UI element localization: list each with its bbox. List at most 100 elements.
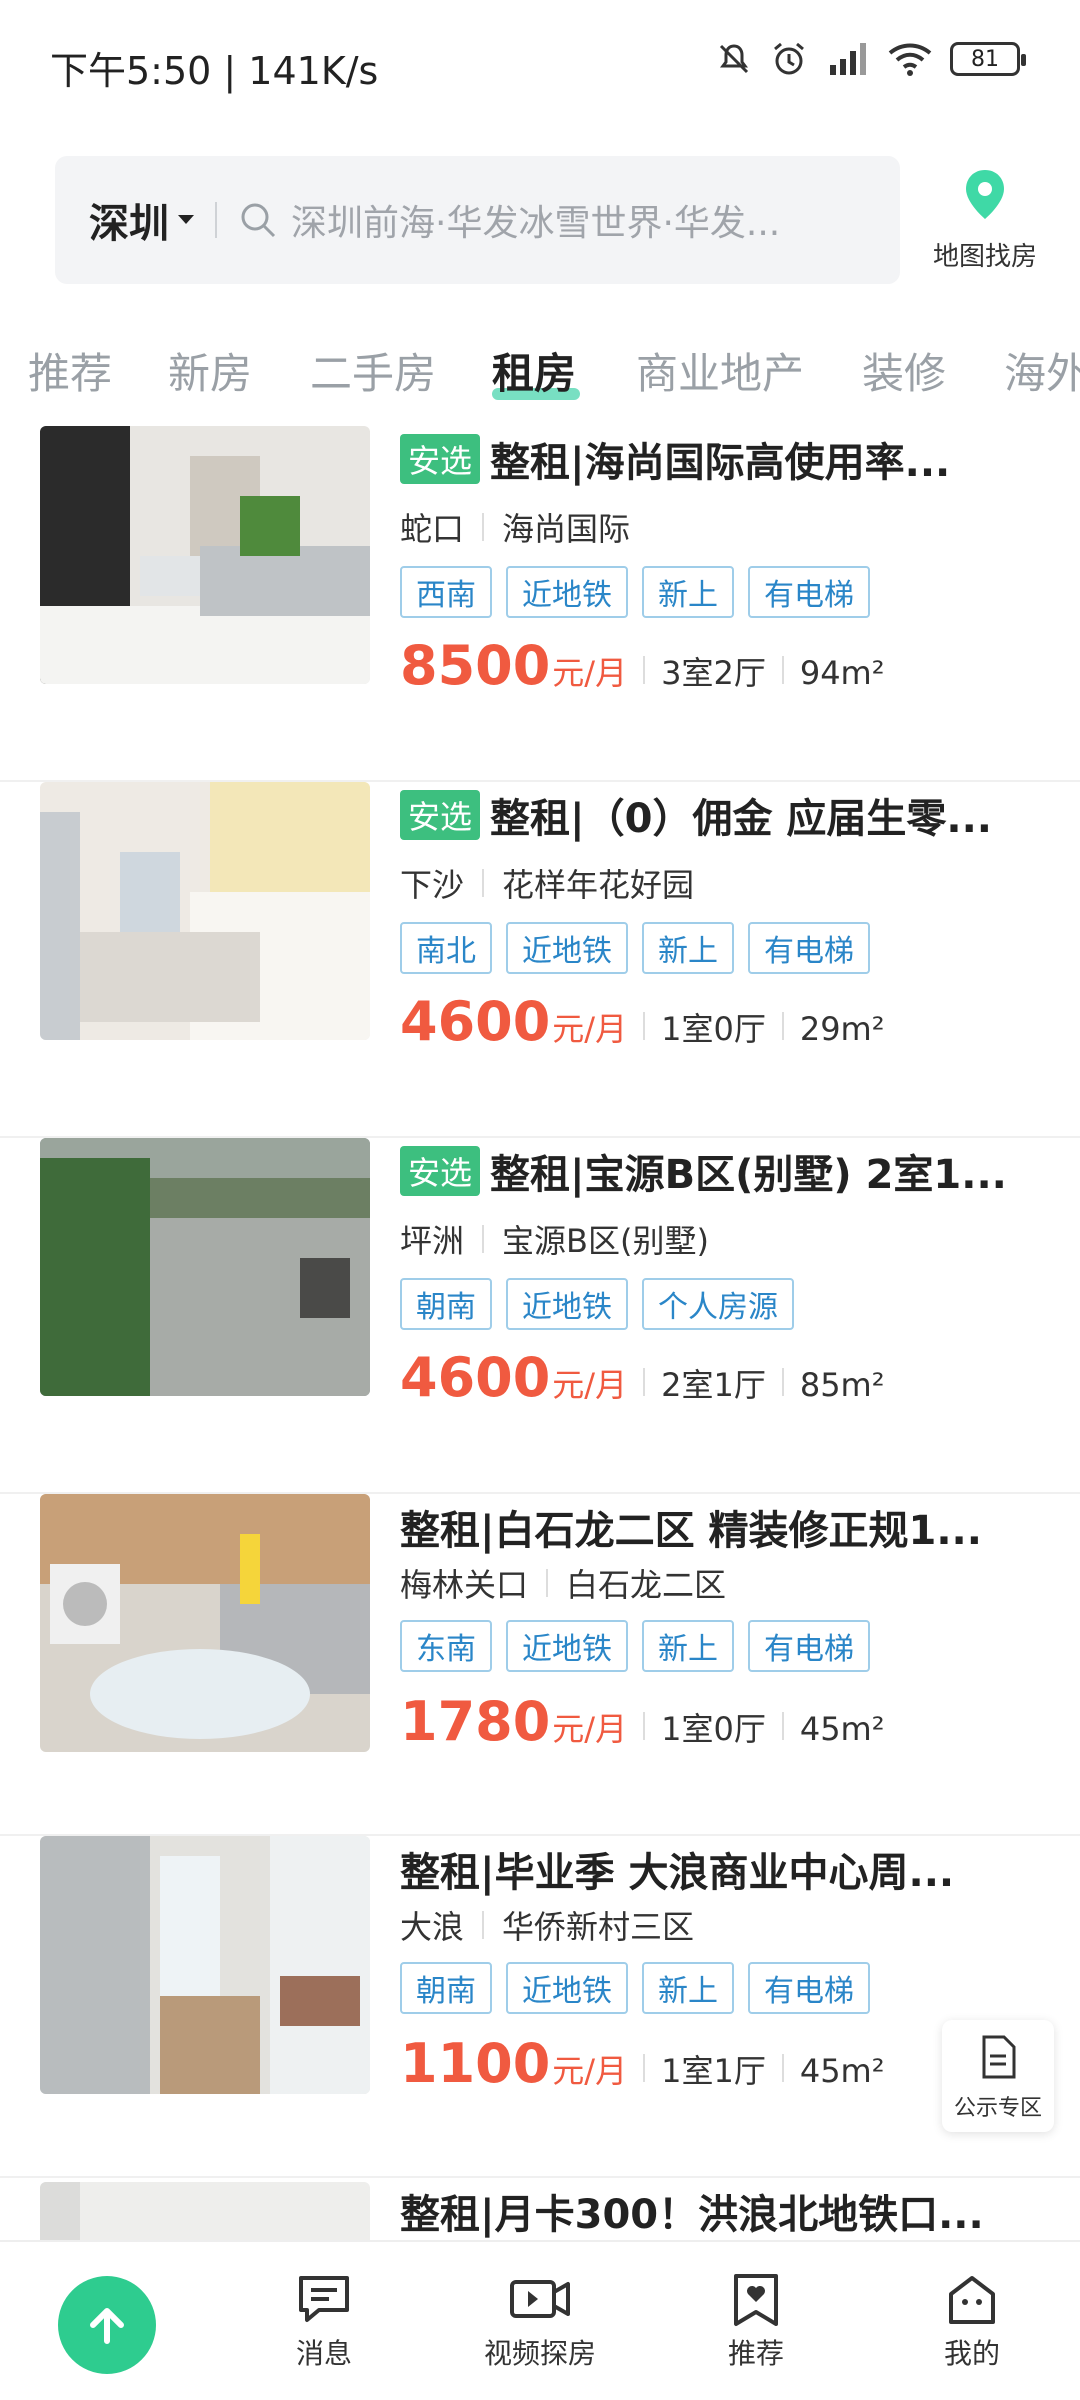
listing-community: 华侨新村三区 — [502, 1908, 695, 1946]
listing-tag: 有电梯 — [748, 566, 870, 618]
nav-video-tour[interactable]: 视频探房 — [460, 2272, 620, 2372]
listing-photo — [40, 1494, 370, 1752]
listing-community: 海尚国际 — [502, 510, 631, 548]
scroll-top-button[interactable] — [58, 2276, 156, 2374]
listing-community: 白石龙二区 — [566, 1566, 727, 1604]
listing-tag: 新上 — [642, 922, 734, 974]
listing-title: 整租|宝源B区(别墅) 2室1... — [490, 1152, 1007, 1198]
listing-price: 1100 — [400, 2032, 551, 2095]
listing-title: 整租|毕业季 大浪商业中心周... — [400, 1850, 955, 1896]
divider — [643, 2054, 646, 2082]
divider — [643, 1012, 646, 1040]
battery-icon: 81 — [950, 42, 1026, 76]
listing-photo — [40, 1138, 370, 1396]
listing-card[interactable]: 整租|月卡300！洪浪北地铁口... — [0, 2178, 1080, 2240]
listing-size: 94m² — [799, 654, 885, 692]
listing-card[interactable]: 安选 整租|宝源B区(别墅) 2室1... 坪洲 宝源B区(别墅) 朝南 近地铁… — [0, 1138, 1080, 1494]
map-search-label: 地图找房 — [932, 242, 1037, 272]
listing-tag: 东南 — [400, 1620, 492, 1672]
search-bar[interactable]: 深圳 深圳前海·华发冰雪世界·华发... — [55, 156, 900, 284]
listing-tag: 西南 — [400, 566, 492, 618]
nav-mine[interactable]: 我的 — [892, 2272, 1052, 2372]
document-icon — [982, 2035, 1016, 2079]
verified-badge: 安选 — [400, 790, 481, 840]
listing-price-row: 4600 元/月 1室0厅 29m² — [400, 990, 885, 1053]
tab-decoration[interactable]: 装修 — [862, 340, 946, 401]
listing-title-row: 安选 整租|（0）佣金 应届生零... — [400, 786, 1040, 844]
nav-messages[interactable]: 消息 — [244, 2272, 404, 2372]
listing-photo — [40, 2182, 370, 2240]
listing-size: 29m² — [799, 1010, 885, 1048]
listing-layout: 1室1厅 — [661, 2052, 766, 2090]
listing-title-row: 整租|毕业季 大浪商业中心周... — [400, 1840, 1040, 1898]
bookmark-heart-icon — [734, 2274, 778, 2326]
listing-size: 45m² — [799, 1710, 885, 1748]
listing-tag: 近地铁 — [506, 566, 628, 618]
search-divider — [215, 202, 217, 238]
listing-photo — [40, 426, 370, 684]
listing-title-row: 安选 整租|宝源B区(别墅) 2室1... — [400, 1142, 1040, 1200]
tab-overseas[interactable]: 海外 — [1004, 340, 1080, 401]
tab-second-hand[interactable]: 二手房 — [310, 340, 436, 401]
listing-price: 1780 — [400, 1690, 551, 1753]
divider — [781, 1012, 784, 1040]
tab-rent[interactable]: 租房 — [492, 340, 576, 401]
public-notice-label: 公示专区 — [953, 2096, 1042, 2121]
listing-card[interactable]: 整租|白石龙二区 精装修正规1... 梅林关口 白石龙二区 东南 近地铁 新上 … — [0, 1494, 1080, 1836]
listing-location: 蛇口 海尚国际 — [400, 504, 630, 550]
map-search-button[interactable]: 地图找房 — [920, 166, 1050, 286]
listing-size: 45m² — [799, 2052, 885, 2090]
listing-title: 整租|海尚国际高使用率... — [490, 440, 951, 486]
divider — [781, 656, 784, 684]
tab-commercial[interactable]: 商业地产 — [636, 340, 804, 401]
listing-tag: 有电梯 — [748, 1962, 870, 2014]
price-unit: 元/月 — [552, 1710, 628, 1748]
listing-layout: 1室0厅 — [661, 1710, 766, 1748]
listing-title-row: 整租|白石龙二区 精装修正规1... — [400, 1498, 1040, 1556]
listing-card[interactable]: 整租|毕业季 大浪商业中心周... 大浪 华侨新村三区 朝南 近地铁 新上 有电… — [0, 1836, 1080, 2178]
search-icon — [241, 203, 276, 238]
listing-title: 整租|（0）佣金 应届生零... — [490, 796, 992, 842]
listing-tag: 新上 — [642, 1962, 734, 2014]
message-icon — [299, 2276, 349, 2322]
wifi-icon — [888, 43, 932, 76]
divider — [781, 1712, 784, 1740]
category-tabs: 推荐 新房 二手房 租房 商业地产 装修 海外 — [0, 330, 1080, 410]
listing-price-row: 1100 元/月 1室1厅 45m² — [400, 2032, 885, 2095]
listing-tags: 朝南 近地铁 个人房源 — [400, 1278, 794, 1330]
listing-tag: 南北 — [400, 922, 492, 974]
listing-price-row: 1780 元/月 1室0厅 45m² — [400, 1690, 885, 1753]
divider — [482, 1911, 485, 1939]
listing-tags: 南北 近地铁 新上 有电梯 — [400, 922, 870, 974]
divider — [482, 869, 485, 897]
listing-area: 蛇口 — [400, 510, 465, 548]
signal-icon — [830, 43, 866, 75]
map-pin-icon — [966, 170, 1004, 219]
video-icon — [510, 2280, 570, 2318]
status-icons: 81 — [716, 40, 1026, 78]
verified-badge: 安选 — [400, 434, 481, 484]
nav-recommend[interactable]: 推荐 — [676, 2272, 836, 2372]
divider — [643, 1712, 646, 1740]
status-time: 下午5:50 | 141K/s — [50, 49, 379, 93]
tab-recommend[interactable]: 推荐 — [28, 340, 112, 401]
search-input[interactable]: 深圳前海·华发冰雪世界·华发... — [291, 194, 851, 246]
listing-price: 4600 — [400, 1346, 551, 1409]
listing-community: 花样年花好园 — [502, 866, 695, 904]
listing-layout: 1室0厅 — [661, 1010, 766, 1048]
listing-area: 大浪 — [400, 1908, 465, 1946]
city-selector[interactable]: 深圳 — [89, 191, 169, 249]
listing-card[interactable]: 安选 整租|（0）佣金 应届生零... 下沙 花样年花好园 南北 近地铁 新上 … — [0, 782, 1080, 1138]
public-notice-button[interactable]: 公示专区 — [942, 2020, 1054, 2132]
listing-area: 梅林关口 — [400, 1566, 529, 1604]
tab-new-house[interactable]: 新房 — [168, 340, 252, 401]
divider — [643, 656, 646, 684]
listing-tag: 朝南 — [400, 1962, 492, 2014]
price-unit: 元/月 — [552, 1366, 628, 1404]
divider — [482, 513, 485, 541]
divider — [781, 1368, 784, 1396]
listing-card[interactable]: 安选 整租|海尚国际高使用率... 蛇口 海尚国际 西南 近地铁 新上 有电梯 … — [0, 426, 1080, 782]
listing-layout: 3室2厅 — [661, 654, 766, 692]
listing-tags: 东南 近地铁 新上 有电梯 — [400, 1620, 870, 1672]
price-unit: 元/月 — [552, 654, 628, 692]
